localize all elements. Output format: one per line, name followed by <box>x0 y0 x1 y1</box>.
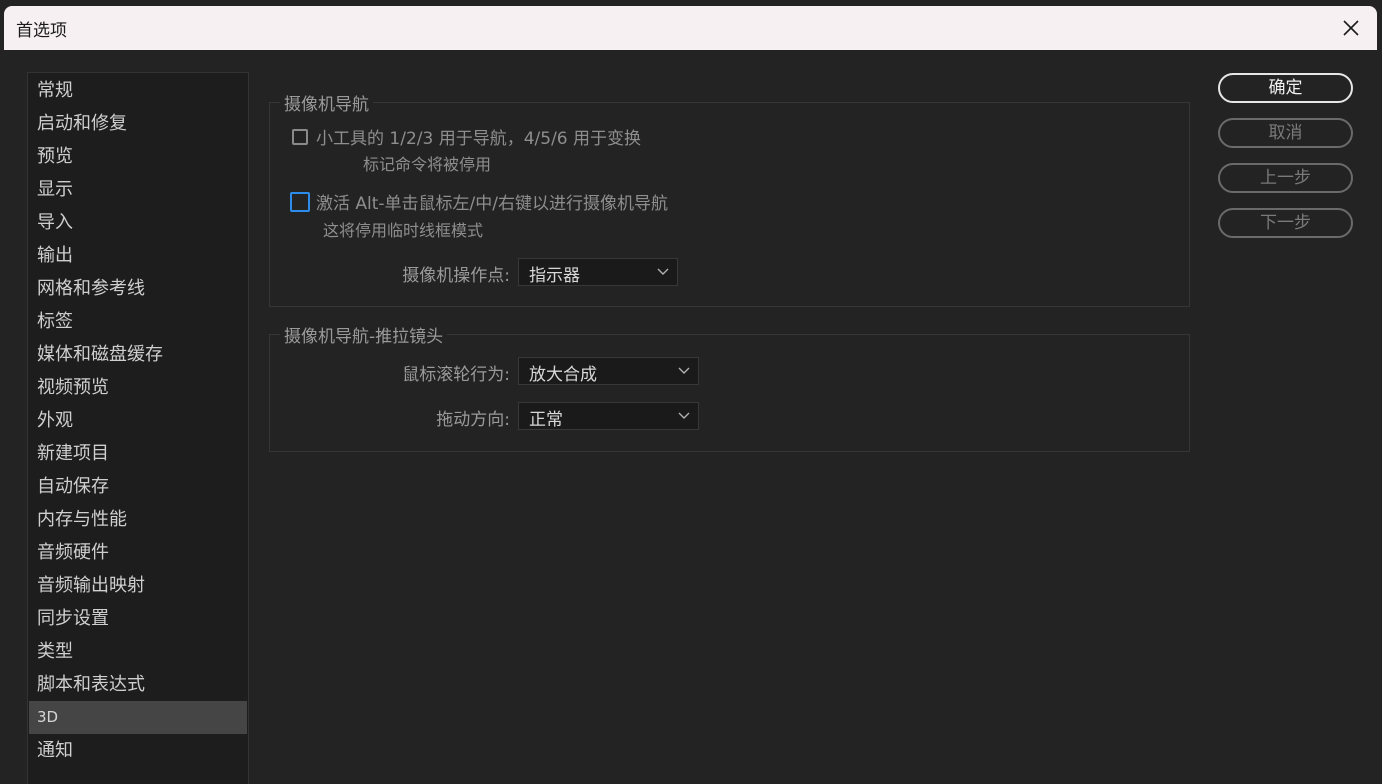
cancel-button[interactable]: 取消 <box>1218 118 1353 148</box>
dialog-content: 常规 启动和修复 预览 显示 导入 输出 网格和参考线 标签 媒体和磁盘缓存 视… <box>4 50 1377 784</box>
sidebar-item-grids-guides[interactable]: 网格和参考线 <box>29 272 247 305</box>
drag-direction-select[interactable]: 正常 <box>518 402 699 430</box>
dialog-title: 首选项 <box>16 21 67 41</box>
gizmo-keys-note: 标记命令将被停用 <box>363 155 492 174</box>
sidebar-item-sync-settings[interactable]: 同步设置 <box>29 602 247 635</box>
sidebar-item-labels[interactable]: 标签 <box>29 305 247 338</box>
sidebar-item-scripting[interactable]: 脚本和表达式 <box>29 668 247 701</box>
alt-click-checkbox[interactable] <box>290 191 310 212</box>
sidebar-item-video-preview[interactable]: 视频预览 <box>29 371 247 404</box>
camera-dolly-group: 摄像机导航-推拉镜头 鼠标滚轮行为: 放大合成 拖动方向: 正常 <box>269 322 1190 452</box>
scroll-wheel-label: 鼠标滚轮行为: <box>402 365 510 385</box>
scroll-wheel-select[interactable]: 放大合成 <box>518 357 699 385</box>
sidebar-item-previews[interactable]: 预览 <box>29 140 247 173</box>
sidebar-item-memory[interactable]: 内存与性能 <box>29 503 247 536</box>
sidebar-item-media-cache[interactable]: 媒体和磁盘缓存 <box>29 338 247 371</box>
sidebar-item-type[interactable]: 类型 <box>29 635 247 668</box>
chevron-down-icon <box>678 367 690 374</box>
preferences-dialog: 首选项 常规 启动和修复 预览 显示 导入 输出 网格和参考线 标签 媒体和磁盘… <box>0 0 1382 784</box>
next-button[interactable]: 下一步 <box>1218 208 1353 238</box>
close-button[interactable] <box>1335 12 1367 44</box>
drag-direction-value: 正常 <box>529 410 563 430</box>
sidebar-item-notifications[interactable]: 通知 <box>29 734 247 767</box>
sidebar-item-startup-repair[interactable]: 启动和修复 <box>29 107 247 140</box>
camera-pivot-label: 摄像机操作点: <box>402 266 510 286</box>
gizmo-keys-label: 小工具的 1/2/3 用于导航，4/5/6 用于变换 <box>316 129 642 149</box>
camera-pivot-value: 指示器 <box>529 266 580 286</box>
sidebar-item-auto-save[interactable]: 自动保存 <box>29 470 247 503</box>
sidebar-item-appearance[interactable]: 外观 <box>29 404 247 437</box>
group-title-camera-navigation: 摄像机导航 <box>280 90 373 115</box>
sidebar-item-general[interactable]: 常规 <box>29 74 247 107</box>
drag-direction-label: 拖动方向: <box>436 410 510 430</box>
sidebar-item-display[interactable]: 显示 <box>29 173 247 206</box>
option-gizmo-keys-row: 小工具的 1/2/3 用于导航，4/5/6 用于变换 <box>292 124 641 149</box>
chevron-down-icon <box>678 412 690 419</box>
close-icon <box>1343 20 1359 36</box>
chevron-down-icon <box>657 268 669 275</box>
sidebar-item-new-project[interactable]: 新建项目 <box>29 437 247 470</box>
sidebar-item-import[interactable]: 导入 <box>29 206 247 239</box>
gizmo-keys-checkbox[interactable] <box>292 128 308 145</box>
alt-click-note: 这将停用临时线框模式 <box>323 221 484 240</box>
camera-navigation-group: 摄像机导航 小工具的 1/2/3 用于导航，4/5/6 用于变换 标记命令将被停… <box>269 90 1190 307</box>
previous-button[interactable]: 上一步 <box>1218 163 1353 193</box>
sidebar-item-audio-hardware[interactable]: 音频硬件 <box>29 536 247 569</box>
camera-pivot-select[interactable]: 指示器 <box>518 258 678 286</box>
scroll-wheel-value: 放大合成 <box>529 365 597 385</box>
title-bar: 首选项 <box>4 6 1377 50</box>
sidebar-item-output[interactable]: 输出 <box>29 239 247 272</box>
option-alt-click-row: 激活 Alt-单击鼠标左/中/右键以进行摄像机导航 <box>290 189 668 214</box>
category-list: 常规 启动和修复 预览 显示 导入 输出 网格和参考线 标签 媒体和磁盘缓存 视… <box>27 72 249 784</box>
alt-click-label: 激活 Alt-单击鼠标左/中/右键以进行摄像机导航 <box>316 194 669 214</box>
sidebar-item-audio-output[interactable]: 音频输出映射 <box>29 569 247 602</box>
sidebar-item-3d[interactable]: 3D <box>29 701 247 734</box>
ok-button[interactable]: 确定 <box>1218 73 1353 103</box>
group-title-camera-dolly: 摄像机导航-推拉镜头 <box>280 322 448 347</box>
